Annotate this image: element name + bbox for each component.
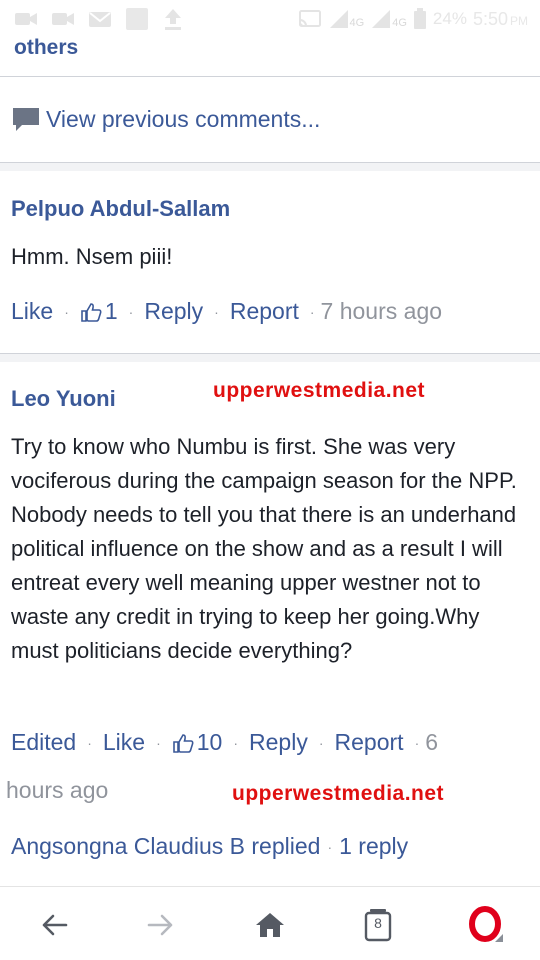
report-button[interactable]: Report <box>335 729 404 756</box>
replies-summary-link[interactable]: Angsongna Claudius B replied · 1 reply <box>11 833 408 860</box>
replies-summary: Angsongna Claudius B replied <box>11 833 321 859</box>
separator-dot: · <box>214 303 219 320</box>
comment-actions: Edited · Like · 10 · Reply · Report · 6 <box>11 729 438 756</box>
comment-timestamp: 6 <box>425 729 439 755</box>
comment-actions: Like · 1 · Reply · Report · 7 hours ago <box>11 298 442 325</box>
reply-button[interactable]: Reply <box>249 729 308 756</box>
others-link[interactable]: others <box>14 36 78 60</box>
battery-icon <box>413 8 426 29</box>
separator-dot: · <box>128 303 134 320</box>
like-count[interactable]: 1 <box>80 298 118 325</box>
home-icon <box>256 913 284 937</box>
reply-count: 1 reply <box>339 833 409 859</box>
signal-icon <box>372 10 391 28</box>
clock-time: 5:50 <box>472 8 508 29</box>
comment-bubble-icon <box>13 107 39 131</box>
video-camera-icon <box>52 13 74 25</box>
battery-level: 24% <box>432 9 467 28</box>
network-type-label: 4G <box>349 17 365 29</box>
section-band <box>0 354 540 362</box>
system-status: 4G 4G 24% 5:50 PM <box>298 8 528 30</box>
opera-logo-icon <box>469 906 503 942</box>
tabs-button[interactable]: 8 <box>358 905 398 945</box>
like-count[interactable]: 10 <box>172 729 223 756</box>
divider <box>0 76 540 77</box>
video-camera-icon <box>15 13 37 25</box>
like-count-value: 10 <box>196 729 223 755</box>
separator-dot: · <box>318 734 324 751</box>
comment-text: Hmm. Nsem piii! <box>11 244 173 269</box>
comment-timestamp-continued: hours ago <box>6 777 109 803</box>
signal-icon <box>329 10 348 28</box>
forward-button[interactable] <box>141 905 181 945</box>
edited-label[interactable]: Edited <box>11 729 76 756</box>
separator-dot: · <box>309 303 315 320</box>
view-previous-label: View previous comments... <box>46 106 321 132</box>
mail-icon <box>89 12 111 27</box>
comment-author[interactable]: Leo Yuoni <box>11 386 116 412</box>
watermark-text: upperwestmedia.net <box>213 379 426 402</box>
comment-timestamp: 7 hours ago <box>320 298 443 324</box>
separator-dot: · <box>233 734 239 751</box>
like-count-value: 1 <box>104 298 118 324</box>
browser-navigation-bar: 8 <box>0 886 540 960</box>
thumbs-up-icon <box>81 302 102 322</box>
section-band <box>0 163 540 171</box>
forward-arrow-icon <box>147 914 173 936</box>
comment-author[interactable]: Pelpuo Abdul-Sallam <box>11 196 230 222</box>
app-notification-icon <box>126 8 148 30</box>
tab-count: 8 <box>374 915 382 931</box>
opera-menu-button[interactable] <box>466 905 506 945</box>
network-type-label: 4G <box>392 17 407 29</box>
notification-icons <box>14 7 184 31</box>
separator-dot: · <box>87 734 92 751</box>
cast-icon <box>298 10 321 27</box>
report-button[interactable]: Report <box>230 298 299 325</box>
view-previous-comments-link[interactable]: View previous comments... <box>12 106 320 133</box>
separator-dot: · <box>64 303 69 320</box>
thumbs-up-icon <box>172 733 194 753</box>
back-arrow-icon <box>42 914 68 936</box>
status-bar: 4G 4G 24% 5:50 PM <box>0 0 540 36</box>
separator-dot: · <box>327 838 333 855</box>
like-button[interactable]: Like <box>103 729 145 756</box>
back-button[interactable] <box>34 905 74 945</box>
like-button[interactable]: Like <box>11 298 53 325</box>
clock-ampm: PM <box>510 14 528 28</box>
comment-text: Try to know who Numbu is first. She was … <box>11 434 517 663</box>
watermark-text: upperwestmedia.net <box>232 782 445 805</box>
separator-dot: · <box>156 734 161 751</box>
upload-icon <box>165 9 181 30</box>
home-button[interactable] <box>250 905 290 945</box>
reply-button[interactable]: Reply <box>144 298 203 325</box>
separator-dot: · <box>414 734 420 751</box>
comments-page: others View previous comments... Pelpuo … <box>0 36 540 886</box>
